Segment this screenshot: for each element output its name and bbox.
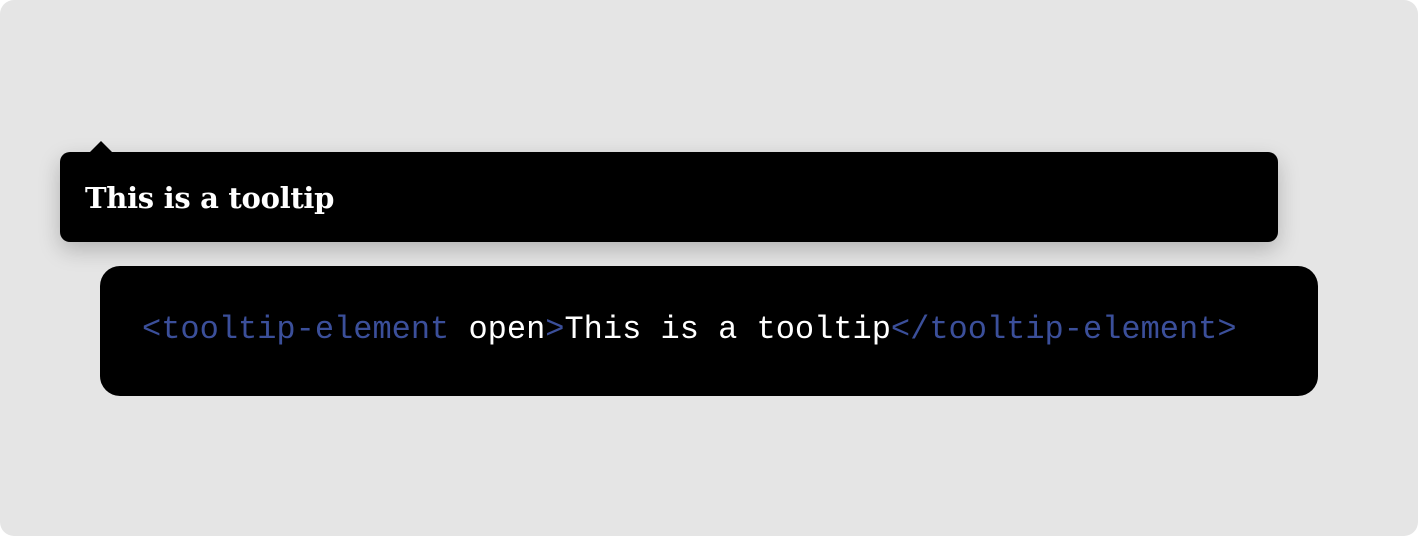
code-close-tag: </tooltip-element> [890,310,1237,348]
tooltip-arrow [90,141,112,152]
code-attribute: open [468,310,546,348]
demo-stage: This is a tooltip <tooltip-element open>… [0,0,1418,536]
code-line: <tooltip-element open>This is a tooltip<… [142,311,1237,348]
tooltip-text: This is a tooltip [85,181,335,215]
code-open-tag-end: > [545,310,565,348]
tooltip: This is a tooltip [60,141,1278,242]
code-block: <tooltip-element open>This is a tooltip<… [100,266,1318,396]
code-open-tag-start: <tooltip-element [142,310,450,348]
code-content: This is a tooltip [564,310,891,348]
